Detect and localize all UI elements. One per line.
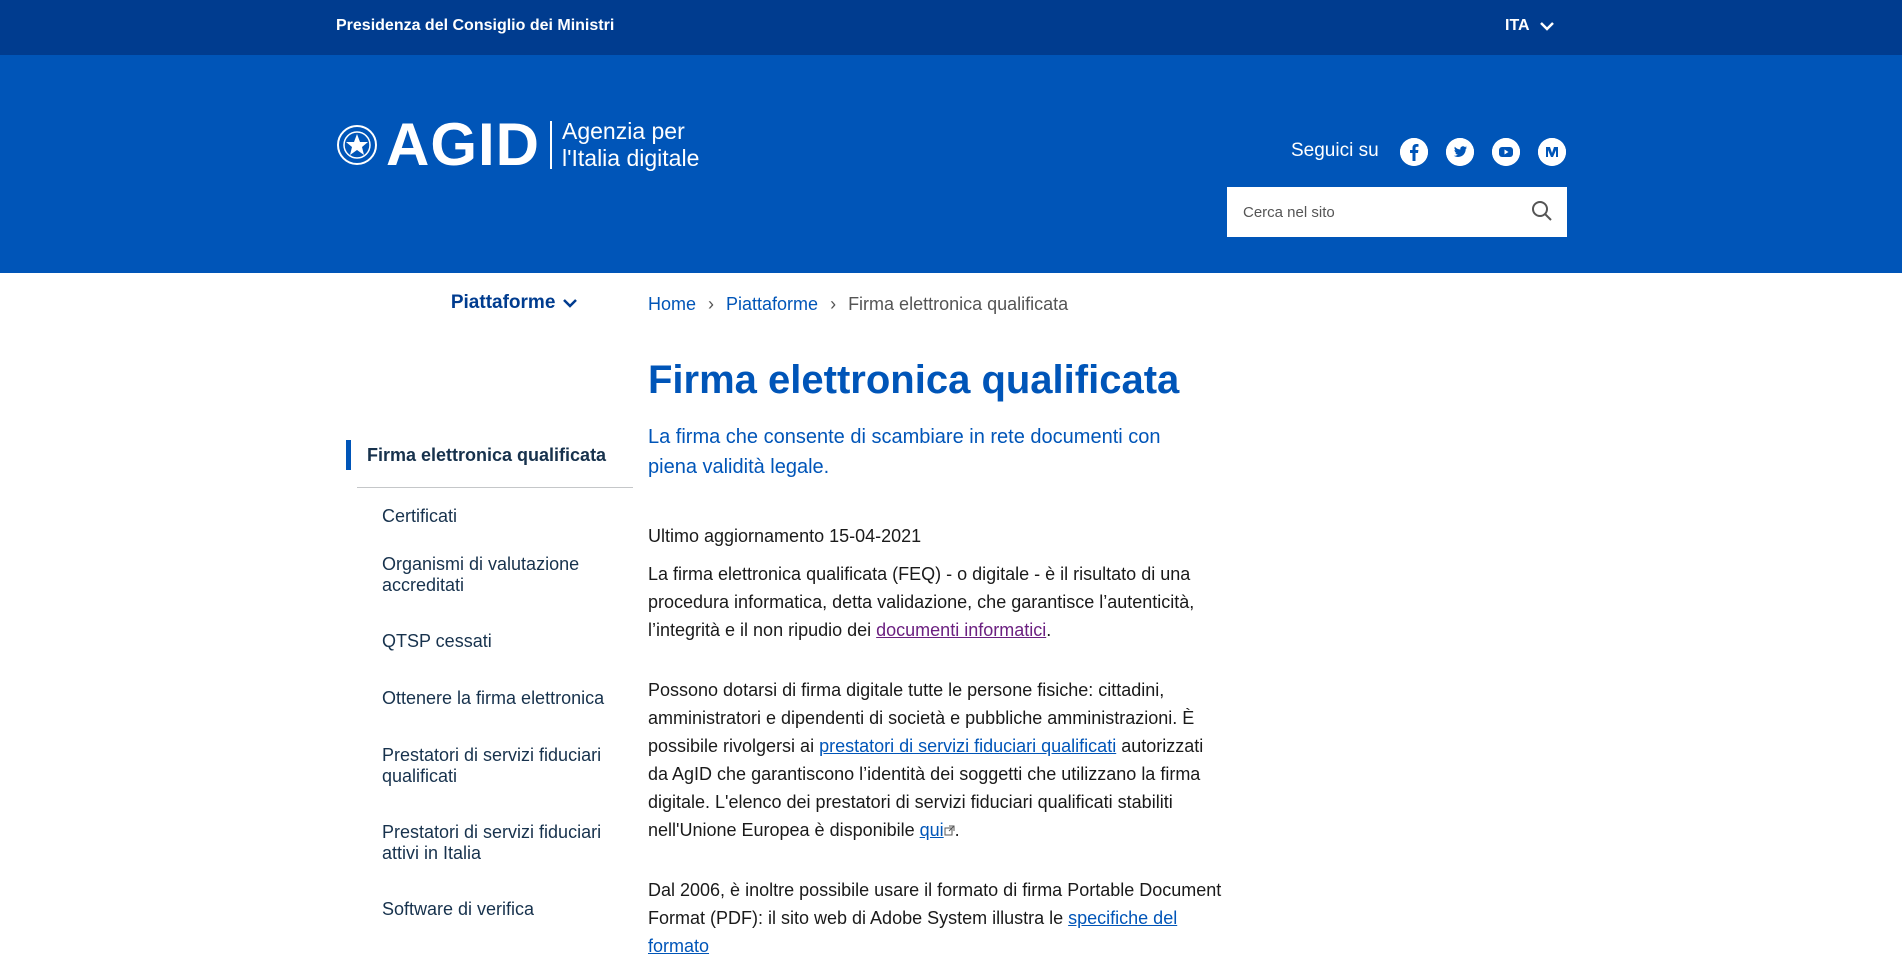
sidebar-item-certificati[interactable]: Certificati — [346, 506, 633, 527]
language-selector[interactable]: ITA — [1505, 17, 1554, 35]
chevron-down-icon — [1102, 299, 1116, 308]
language-label: ITA — [1505, 17, 1530, 34]
sidebar-heading[interactable]: Firma elettronica qualificata — [346, 440, 633, 470]
social-links — [1400, 138, 1566, 166]
nav-label: Piattaforme — [450, 292, 556, 313]
sidebar-item-ottenere-firma[interactable]: Ottenere la firma elettronica — [346, 688, 633, 709]
last-updated: Ultimo aggiornamento 15-04-2021 — [648, 526, 922, 546]
external-link-icon — [944, 825, 955, 836]
breadcrumb: Home › Piattaforme › Firma elettronica q… — [648, 294, 1068, 315]
chevron-down-icon — [563, 299, 578, 308]
paragraph-text: . — [1046, 620, 1052, 640]
agid-logo[interactable]: AGID Agenzia per l'Italia digitale — [336, 115, 699, 175]
paragraph-2: Possono dotarsi di firma digitale tutte … — [648, 676, 1228, 844]
brand-tagline: Agenzia per l'Italia digitale — [562, 118, 699, 172]
search-box — [1227, 187, 1567, 237]
sidebar-item-prestatori-italia[interactable]: Prestatori di servizi fiduciari attivi i… — [346, 822, 633, 864]
nav-label: Linee guida — [1136, 292, 1242, 313]
logo-divider — [550, 121, 552, 169]
tagline-line-2: l'Italia digitale — [562, 145, 700, 171]
breadcrumb-current: Firma elettronica qualificata — [848, 294, 1069, 314]
breadcrumb-separator: › — [708, 294, 715, 314]
page-title: Firma elettronica qualificata — [648, 358, 1180, 402]
paragraph-1: La firma elettronica qualificata (FEQ) -… — [648, 560, 1228, 644]
nav-item-piattaforme[interactable]: Piattaforme — [440, 277, 588, 329]
breadcrumb-section[interactable]: Piattaforme — [726, 294, 818, 315]
sidebar-item-qtsp-cessati[interactable]: QTSP cessati — [346, 631, 633, 652]
facebook-icon[interactable] — [1400, 138, 1428, 166]
link-prestatori[interactable]: prestatori di servizi fiduciari qualific… — [819, 736, 1116, 756]
link-documenti-informatici[interactable]: documenti informatici — [876, 620, 1046, 640]
chevron-down-icon — [1539, 22, 1554, 31]
slim-header: Presidenza del Consiglio dei Ministri IT… — [0, 0, 1902, 55]
sidebar-item-prestatori-qualificati[interactable]: Prestatori di servizi fiduciari qualific… — [346, 745, 633, 787]
nav-label: Agenzia — [336, 292, 409, 313]
nav-item-agenzia[interactable]: Agenzia — [336, 277, 441, 329]
link-qui[interactable]: qui — [920, 820, 944, 840]
paragraph-3: Dal 2006, è inoltre possibile usare il f… — [648, 876, 1228, 960]
republic-emblem-icon — [337, 125, 377, 165]
search-icon[interactable] — [1531, 200, 1553, 222]
breadcrumb-separator: › — [830, 294, 837, 314]
youtube-icon[interactable] — [1492, 138, 1520, 166]
page-subtitle: La firma che consente di scambiare in re… — [648, 426, 1161, 478]
follow-label: Seguici su — [1291, 140, 1379, 161]
brand-name: AGID — [386, 111, 540, 178]
paragraph-text: . — [954, 820, 960, 840]
center-header: AGID Agenzia per l'Italia digitale Segui… — [0, 55, 1902, 329]
owner-link[interactable]: Presidenza del Consiglio dei Ministri — [336, 17, 614, 35]
medium-icon[interactable] — [1538, 138, 1566, 166]
nav-item-linee-guida[interactable]: Linee guida — [1126, 277, 1252, 329]
sidebar-divider — [357, 487, 633, 488]
breadcrumb-home[interactable]: Home — [648, 294, 696, 315]
tagline-line-1: Agenzia per — [562, 118, 685, 144]
sidebar-nav: Firma elettronica qualificata Certificat… — [346, 440, 633, 920]
sidebar-item-software-verifica[interactable]: Software di verifica — [346, 899, 633, 920]
twitter-icon[interactable] — [1446, 138, 1474, 166]
sidebar-item-organismi[interactable]: Organismi di valutazione accreditati — [346, 554, 633, 596]
search-input[interactable] — [1241, 202, 1515, 222]
chevron-down-icon — [416, 299, 431, 308]
